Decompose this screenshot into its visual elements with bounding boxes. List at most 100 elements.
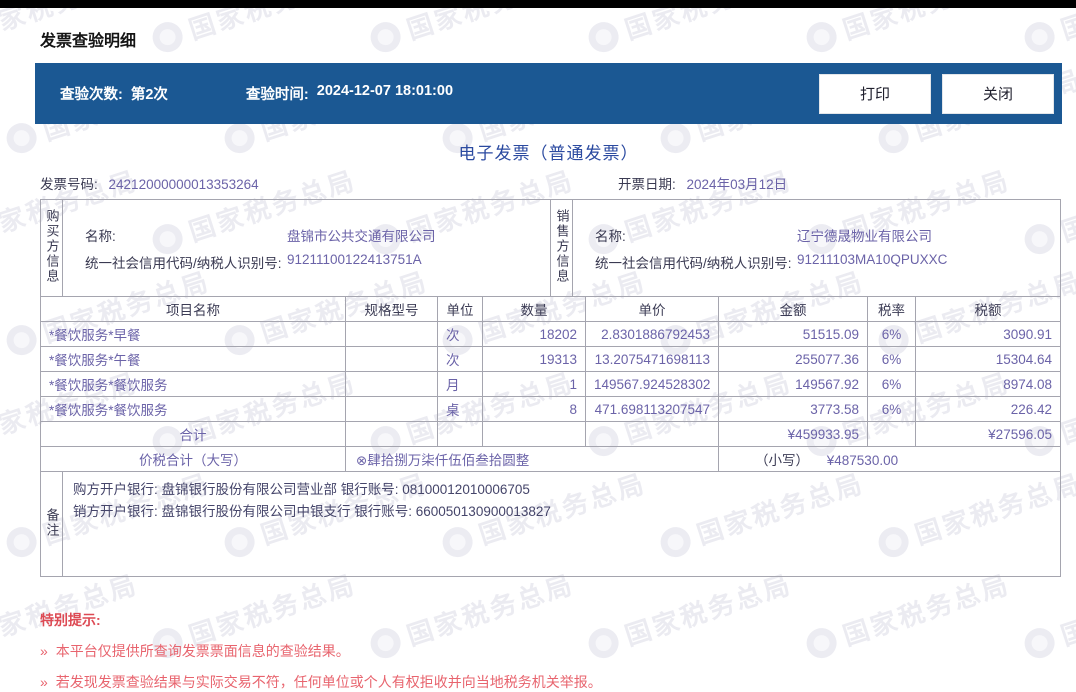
items-header-row: 项目名称 规格型号 单位 数量 单价 金额 税率 税额	[40, 296, 1061, 322]
col-header-qty: 数量	[482, 296, 586, 322]
invoice-number: 发票号码: 24212000000013353264	[40, 177, 259, 192]
item-qty: 19313	[482, 346, 586, 372]
item-tax-rate: 6%	[867, 371, 916, 397]
invoice-number-label: 发票号码:	[40, 177, 98, 192]
seller-name-row: 名称: 辽宁德晟物业有限公司	[595, 225, 1054, 245]
item-spec	[345, 371, 438, 397]
col-header-item-name: 项目名称	[40, 296, 346, 322]
item-tax: 8974.08	[915, 371, 1061, 397]
page-title: 发票查验明细	[40, 33, 137, 50]
item-qty: 18202	[482, 321, 586, 347]
invoice-date-label: 开票日期:	[618, 177, 676, 192]
notice-item: » 本平台仅提供所查询发票票面信息的查验结果。	[40, 641, 1062, 661]
item-unit: 桌	[437, 396, 483, 422]
item-price: 2.8301886792453	[585, 321, 719, 347]
buyer-taxid-label: 统一社会信用代码/纳税人识别号:	[85, 255, 282, 271]
invoice-meta: 发票号码: 24212000000013353264 开票日期: 2024年03…	[40, 173, 1062, 197]
party-info-table: 购买方信息 名称: 盘锦市公共交通有限公司 统一社会信用代码/纳税人识别号: 9…	[40, 199, 1061, 297]
print-button[interactable]: 打印	[819, 73, 931, 114]
item-name: *餐饮服务*餐饮服务	[40, 396, 346, 422]
total-unit-empty	[437, 421, 483, 447]
item-name: *餐饮服务*餐饮服务	[40, 371, 346, 397]
items-table: 项目名称 规格型号 单位 数量 单价 金额 税率 税额 *餐饮服务*早餐 次 1…	[40, 296, 1061, 472]
item-unit: 次	[437, 346, 483, 372]
sum-small-cell: （小写） ¥487530.00	[718, 446, 1061, 472]
buyer-side-label: 购买方信息	[44, 209, 60, 284]
seller-name-label: 名称:	[595, 228, 626, 244]
invoice-date: 开票日期: 2024年03月12日	[618, 173, 787, 193]
item-tax: 226.42	[915, 396, 1061, 422]
seller-side-cell: 销售方信息	[550, 199, 573, 297]
remarks-content: 购方开户银行: 盘锦银行股份有限公司营业部 银行账号: 081000120100…	[62, 471, 1061, 577]
notice-item-text: 本平台仅提供所查询发票票面信息的查验结果。	[55, 643, 350, 659]
seller-taxid-row: 统一社会信用代码/纳税人识别号: 91211103MA10QPUXXC	[595, 252, 1054, 272]
item-amount: 3773.58	[718, 396, 868, 422]
remarks-side-label: 备注	[44, 507, 60, 538]
total-row: 合计 ¥459933.95 ¥27596.05	[40, 421, 1061, 447]
col-header-tax: 税额	[915, 296, 1061, 322]
item-name: *餐饮服务*早餐	[40, 321, 346, 347]
remark-seller-bank: 销方开户银行: 盘锦银行股份有限公司中银支行 银行账号: 66005013090…	[73, 504, 551, 519]
buyer-name-label: 名称:	[85, 228, 116, 244]
item-amount: 149567.92	[718, 371, 868, 397]
total-tax: ¥27596.05	[915, 421, 1061, 447]
special-notice: 特别提示: » 本平台仅提供所查询发票票面信息的查验结果。 » 若发现发票查验结果与…	[40, 610, 1062, 692]
total-amount: ¥459933.95	[718, 421, 868, 447]
item-name: *餐饮服务*午餐	[40, 346, 346, 372]
table-row: *餐饮服务*午餐 次 19313 13.2075471698113 255077…	[40, 346, 1061, 372]
total-price-empty	[585, 421, 719, 447]
total-qty-empty	[482, 421, 586, 447]
item-price: 149567.924528302	[585, 371, 719, 397]
check-count-value: 第2次	[130, 87, 168, 103]
invoice-check-page: 发票查验明细 查验次数: 第2次 查验时间: 2024-12-07 18:01:…	[0, 8, 1076, 692]
item-qty: 8	[482, 396, 586, 422]
check-count-label: 查验次数:	[60, 87, 123, 103]
item-unit: 次	[437, 321, 483, 347]
toolbar-buttons: 打印 关闭	[819, 73, 1054, 114]
col-header-spec: 规格型号	[345, 296, 438, 322]
item-price: 13.2075471698113	[585, 346, 719, 372]
close-button[interactable]: 关闭	[942, 73, 1054, 114]
buyer-side-cell: 购买方信息	[40, 199, 63, 297]
item-spec	[345, 396, 438, 422]
toolbar: 查验次数: 第2次 查验时间: 2024-12-07 18:01:00 打印 关…	[35, 63, 1062, 124]
item-price: 471.698113207547	[585, 396, 719, 422]
sum-in-words: ⊗肆拾捌万柒仟伍佰叁拾圆整	[345, 446, 719, 472]
check-time: 查验时间: 2024-12-07 18:01:00	[246, 83, 453, 104]
notice-item-text: 若发现发票查验结果与实际交易不符，任何单位或个人有权拒收并向当地税务机关举报。	[55, 674, 602, 690]
sum-label: 价税合计（大写）	[40, 446, 346, 472]
buyer-taxid-row: 统一社会信用代码/纳税人识别号: 91211100122413751A	[85, 252, 544, 272]
item-qty: 1	[482, 371, 586, 397]
item-tax: 15304.64	[915, 346, 1061, 372]
invoice-date-value: 2024年03月12日	[686, 177, 788, 192]
total-spec-empty	[345, 421, 438, 447]
col-header-unit: 单位	[437, 296, 483, 322]
table-row: *餐饮服务*餐饮服务 桌 8 471.698113207547 3773.58 …	[40, 396, 1061, 422]
seller-side-label: 销售方信息	[554, 209, 570, 284]
notice-title: 特别提示:	[40, 612, 101, 628]
item-spec	[345, 321, 438, 347]
seller-taxid-label: 统一社会信用代码/纳税人识别号:	[595, 255, 792, 271]
check-time-value: 2024-12-07 18:01:00	[316, 83, 454, 99]
notice-item: » 若发现发票查验结果与实际交易不符，任何单位或个人有权拒收并向当地税务机关举报。	[40, 672, 1062, 692]
table-row: *餐饮服务*早餐 次 18202 2.8301886792453 51515.0…	[40, 321, 1061, 347]
bullet-icon: »	[40, 643, 48, 659]
bullet-icon: »	[40, 674, 48, 690]
buyer-details: 名称: 盘锦市公共交通有限公司 统一社会信用代码/纳税人识别号: 9121110…	[62, 199, 551, 297]
sum-row: 价税合计（大写） ⊗肆拾捌万柒仟伍佰叁拾圆整 （小写） ¥487530.00	[40, 446, 1061, 472]
check-count: 查验次数: 第2次	[60, 83, 168, 104]
check-time-label: 查验时间:	[245, 87, 309, 103]
seller-details: 名称: 辽宁德晟物业有限公司 统一社会信用代码/纳税人识别号: 91211103…	[572, 199, 1061, 297]
buyer-name-row: 名称: 盘锦市公共交通有限公司	[85, 225, 544, 245]
total-taxrate-empty	[867, 421, 916, 447]
item-unit: 月	[437, 371, 483, 397]
remark-buyer-bank: 购方开户银行: 盘锦银行股份有限公司营业部 银行账号: 081000120100…	[73, 482, 530, 497]
sum-small-label: （小写）	[755, 453, 809, 468]
item-tax: 3090.91	[915, 321, 1061, 347]
top-black-band	[0, 0, 1076, 8]
seller-taxid-value: 91211103MA10QPUXXC	[797, 251, 948, 267]
buyer-name-value: 盘锦市公共交通有限公司	[287, 228, 436, 244]
invoice-type-title: 电子发票（普通发票）	[458, 144, 639, 163]
col-header-tax-rate: 税率	[867, 296, 916, 322]
table-row: *餐饮服务*餐饮服务 月 1 149567.924528302 149567.9…	[40, 371, 1061, 397]
